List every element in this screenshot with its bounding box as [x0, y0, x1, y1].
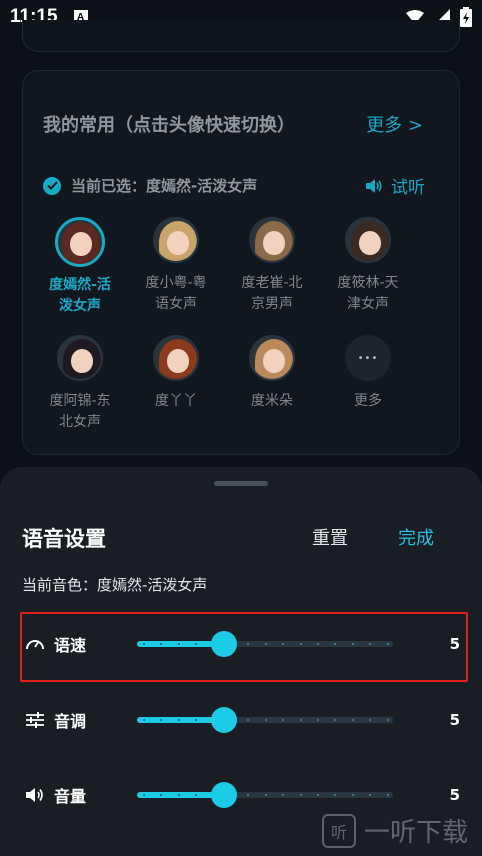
voice-label: 度米朵 — [251, 393, 293, 409]
reset-button[interactable]: 重置 — [312, 524, 348, 550]
slider-tick — [177, 643, 180, 645]
current-voice-text: 当前音色：度嫣然-活泼女声 — [22, 576, 208, 594]
slider-label: 音量 — [54, 787, 87, 806]
voice-label: 度嫣然-活泼女声 — [49, 277, 111, 314]
watermark-logo-icon: 听 — [322, 813, 356, 848]
slider-label: 语速 — [54, 636, 87, 655]
selected-prefix: 当前已选： — [71, 177, 147, 195]
voice-label: 度老崔-北京男声 — [241, 275, 303, 312]
slider-tick — [264, 719, 267, 721]
voice-avatar — [153, 217, 199, 263]
voice-label: 更多 — [354, 393, 382, 409]
slider-tick — [177, 794, 180, 796]
slider-tick — [351, 643, 354, 645]
slider-tick — [334, 719, 337, 721]
slider-row: 语速 5 — [20, 622, 468, 666]
volume-icon — [24, 784, 46, 806]
slider-tick — [282, 794, 285, 796]
watermark-text: 一听下载 — [364, 818, 469, 848]
slider-tick — [177, 719, 180, 721]
speedometer-icon — [24, 633, 46, 655]
voice-item[interactable]: 度嫣然-活泼女声 — [35, 217, 125, 317]
previous-card — [22, 20, 460, 52]
slider-tick — [334, 643, 337, 645]
voice-item[interactable]: 度小粤-粤语女声 — [131, 217, 221, 315]
slider-row: 音量 5 — [20, 773, 468, 817]
slider-tick — [299, 643, 302, 645]
voice-avatar — [345, 217, 391, 263]
selected-name: 度嫣然-活泼女声 — [146, 177, 258, 195]
slider-tick — [369, 643, 372, 645]
slider-tick — [282, 643, 285, 645]
slider-row: 音调 5 — [20, 698, 468, 742]
slider-label: 音调 — [54, 712, 87, 731]
slider-thumb[interactable] — [211, 707, 238, 733]
selected-voice-row: 当前已选： 度嫣然-活泼女声 — [43, 175, 257, 196]
watermark: 听 一听下载 — [322, 812, 468, 849]
slider-tick — [264, 794, 267, 796]
slider-track[interactable] — [137, 707, 393, 733]
battery-icon — [460, 7, 472, 27]
voice-item[interactable]: 度丫丫 — [131, 335, 221, 412]
voice-avatar — [249, 217, 295, 263]
slider-thumb[interactable] — [211, 631, 238, 657]
slider-tick — [247, 794, 250, 796]
voice-settings-sheet: 语音设置 重置 完成 当前音色：度嫣然-活泼女声 语速 5 音调 5 音量 5 — [0, 467, 482, 856]
slider-tick — [143, 643, 145, 645]
slider-tick — [317, 643, 319, 645]
slider-track[interactable] — [137, 631, 393, 657]
slider-tick — [317, 794, 319, 796]
slider-tick — [282, 719, 285, 721]
slider-value: 5 — [449, 786, 460, 804]
sheet-drag-handle[interactable] — [214, 481, 268, 486]
slider-tick — [299, 794, 302, 796]
check-circle-icon — [43, 176, 61, 195]
voice-avatar — [57, 335, 103, 381]
voice-label: 度小粤-粤语女声 — [145, 275, 207, 312]
slider-tick — [264, 643, 267, 645]
voice-item[interactable]: 度筱林-天津女声 — [323, 217, 413, 315]
slider-tick — [386, 643, 389, 645]
audition-button[interactable]: 试听 — [365, 173, 425, 198]
slider-tick — [351, 719, 354, 721]
sheet-title: 语音设置 — [22, 527, 106, 551]
slider-tick — [334, 794, 337, 796]
slider-tick — [247, 719, 250, 721]
slider-tick — [143, 794, 145, 796]
slider-thumb[interactable] — [211, 782, 238, 808]
slider-tick — [247, 643, 250, 645]
favorites-card: 我的常用（点击头像快速切换） 更多 > 当前已选： 度嫣然-活泼女声 试听 度嫣… — [22, 70, 460, 455]
slider-value: 5 — [449, 635, 460, 653]
done-button[interactable]: 完成 — [398, 524, 434, 550]
voice-label: 度筱林-天津女声 — [337, 275, 399, 312]
voice-item[interactable]: 度老崔-北京男声 — [227, 217, 317, 315]
more-dots-icon: ••• — [345, 335, 391, 381]
voice-item[interactable]: 度阿锦-东北女声 — [35, 335, 125, 433]
tune-sliders-icon — [24, 709, 46, 731]
favorites-title: 我的常用（点击头像快速切换） — [43, 115, 295, 136]
voice-label: 度阿锦-东北女声 — [49, 393, 111, 430]
favorites-more-link[interactable]: 更多 > — [366, 111, 423, 137]
voice-avatar — [153, 335, 199, 381]
voice-more[interactable]: ••• 更多 — [323, 335, 413, 412]
audition-label: 试听 — [391, 178, 425, 198]
slider-value: 5 — [449, 711, 460, 729]
voice-item[interactable]: 度米朵 — [227, 335, 317, 412]
voice-avatar — [249, 335, 295, 381]
speaker-icon — [366, 178, 382, 193]
slider-tick — [351, 794, 354, 796]
slider-track[interactable] — [137, 782, 393, 808]
voice-label: 度丫丫 — [155, 393, 197, 409]
slider-tick — [299, 719, 302, 721]
slider-tick — [369, 794, 372, 796]
slider-tick — [369, 719, 372, 721]
slider-tick — [143, 719, 145, 721]
slider-tick — [386, 794, 389, 796]
voice-avatar — [55, 217, 105, 267]
slider-tick — [317, 719, 319, 721]
slider-tick — [386, 719, 389, 721]
